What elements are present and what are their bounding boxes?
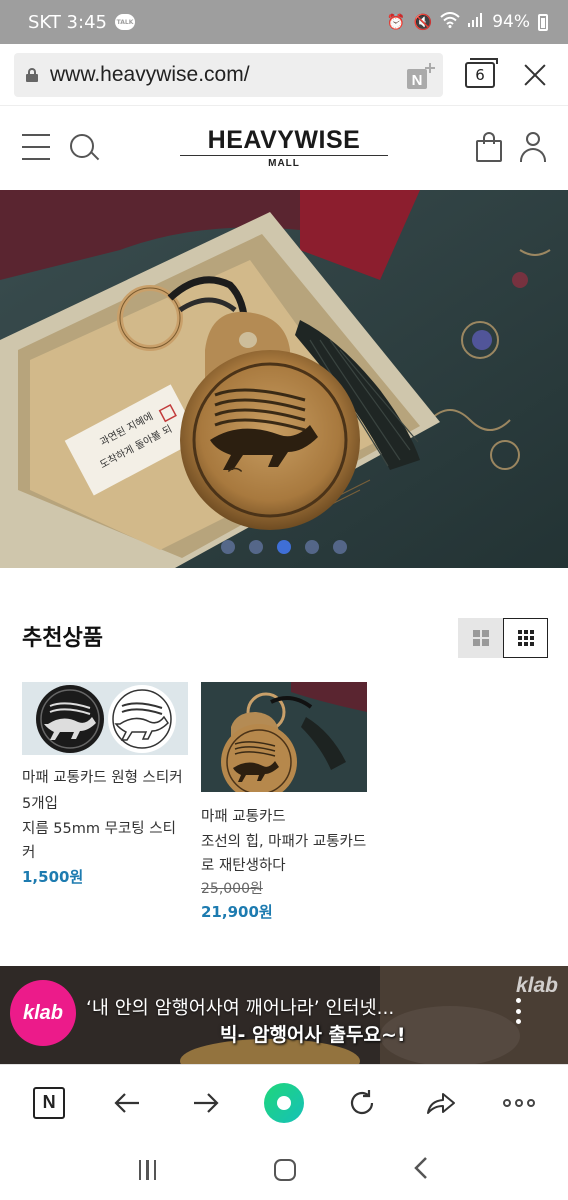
- shopping-bag-icon[interactable]: [476, 132, 502, 162]
- logo-sub-text: MALL: [268, 158, 300, 169]
- site-header: HEAVYWISE MALL: [0, 106, 568, 190]
- tab-count-label: 6: [475, 65, 485, 84]
- product-price: 1,500원: [22, 868, 84, 886]
- carousel-dot[interactable]: [333, 540, 347, 554]
- close-icon[interactable]: [521, 61, 549, 89]
- video-ad-banner[interactable]: klab klab ‘내 안의 암행어사여 깨어나라’ 인터넷... 빅- 암행…: [0, 966, 568, 1064]
- share-button[interactable]: [419, 1081, 463, 1125]
- wifi-icon: [440, 12, 460, 32]
- search-icon[interactable]: [70, 134, 100, 164]
- android-nav-bar: [0, 1140, 568, 1200]
- view-toggle: [458, 618, 548, 658]
- hamburger-menu-icon[interactable]: [22, 134, 50, 160]
- user-icon[interactable]: [520, 132, 546, 162]
- green-dot-icon: [263, 1082, 304, 1123]
- carousel-dot[interactable]: [249, 540, 263, 554]
- more-options-icon[interactable]: [516, 998, 522, 1024]
- product-thumbnail[interactable]: [22, 682, 188, 755]
- back-nav-icon[interactable]: [413, 1156, 429, 1184]
- grid-3-icon: [517, 630, 534, 646]
- grid-2-view-button[interactable]: [458, 618, 503, 658]
- tabs-button[interactable]: 6: [465, 57, 498, 88]
- klab-channel-logo[interactable]: klab: [10, 980, 76, 1046]
- hero-image: 과연된 지혜에 도착하게 돌아볼 되 ⌒: [0, 190, 568, 568]
- medallion-marking: ⌒: [227, 467, 242, 484]
- arrow-right-icon: [193, 1092, 219, 1113]
- naver-home-button[interactable]: N: [27, 1081, 71, 1125]
- carousel-dot[interactable]: [305, 540, 319, 554]
- hero-carousel[interactable]: 과연된 지혜에 도착하게 돌아볼 되 ⌒: [0, 190, 568, 568]
- video-title[interactable]: ‘내 안의 암행어사여 깨어나라’ 인터넷...: [86, 994, 394, 1020]
- kakaotalk-icon: TALK: [114, 14, 135, 30]
- back-button[interactable]: [105, 1081, 149, 1125]
- battery-percent: 94%: [492, 12, 530, 32]
- share-icon: [426, 1092, 455, 1114]
- refresh-icon: [351, 1089, 374, 1114]
- status-right: ⏰ 🔇 94%: [387, 12, 548, 32]
- browser-toolbar: N: [0, 1064, 568, 1140]
- carousel-dot[interactable]: [221, 540, 235, 554]
- url-field[interactable]: www.heavywise.com/ N: [14, 52, 443, 97]
- status-bar: SKT 3:45 TALK ⏰ 🔇 94%: [0, 0, 568, 44]
- home-icon[interactable]: [273, 1159, 296, 1181]
- grid-3-view-button[interactable]: [503, 618, 548, 658]
- green-dot-button[interactable]: [262, 1081, 306, 1125]
- lock-icon: [26, 67, 38, 82]
- battery-icon: [538, 13, 548, 31]
- product-card[interactable]: 마패 교통카드 원형 스티커 5개입 지름 55mm 무코팅 스티커 1,500…: [22, 682, 188, 889]
- product-thumbnail[interactable]: [201, 682, 367, 792]
- status-time: SKT 3:45: [28, 11, 107, 33]
- more-horizontal-icon: [502, 1098, 535, 1107]
- product-description: 조선의 힙, 마패가 교통카드로 재탄생하다: [201, 834, 367, 874]
- logo-main-text: HEAVYWISE: [180, 126, 388, 156]
- product-price: 21,900원: [201, 903, 273, 921]
- signal-icon: [468, 13, 484, 31]
- klab-watermark: klab: [515, 974, 558, 997]
- status-left: SKT 3:45 TALK: [28, 12, 135, 33]
- section-title: 추천상품: [22, 626, 103, 651]
- product-card[interactable]: 마패 교통카드 조선의 힙, 마패가 교통카드로 재탄생하다 25,000원 2…: [201, 682, 367, 924]
- more-menu-button[interactable]: [497, 1081, 541, 1125]
- recent-apps-icon[interactable]: [138, 1160, 157, 1180]
- mute-icon: 🔇: [413, 13, 433, 31]
- add-to-naver-icon[interactable]: N: [405, 61, 435, 89]
- video-subtitle: 빅- 암행어사 출두요~!: [220, 1024, 406, 1046]
- product-description: 지름 55mm 무코팅 스티커: [22, 821, 176, 861]
- naver-icon: N: [33, 1086, 66, 1119]
- product-original-price: 25,000원: [201, 881, 263, 897]
- product-name[interactable]: 마패 교통카드: [201, 804, 367, 830]
- forward-button[interactable]: [184, 1081, 228, 1125]
- alarm-icon: ⏰: [386, 13, 406, 31]
- naver-add-label: N: [412, 72, 423, 89]
- product-name[interactable]: 마패 교통카드 원형 스티커 5개입: [22, 765, 188, 817]
- grid-2-icon: [472, 630, 489, 646]
- site-logo[interactable]: HEAVYWISE MALL: [180, 126, 388, 169]
- carousel-dots: [0, 540, 568, 554]
- arrow-left-icon: [114, 1092, 140, 1113]
- refresh-button[interactable]: [340, 1081, 384, 1125]
- carousel-dot-active[interactable]: [277, 540, 291, 554]
- browser-address-bar: www.heavywise.com/ N 6: [0, 44, 568, 106]
- url-text: www.heavywise.com/: [50, 62, 250, 86]
